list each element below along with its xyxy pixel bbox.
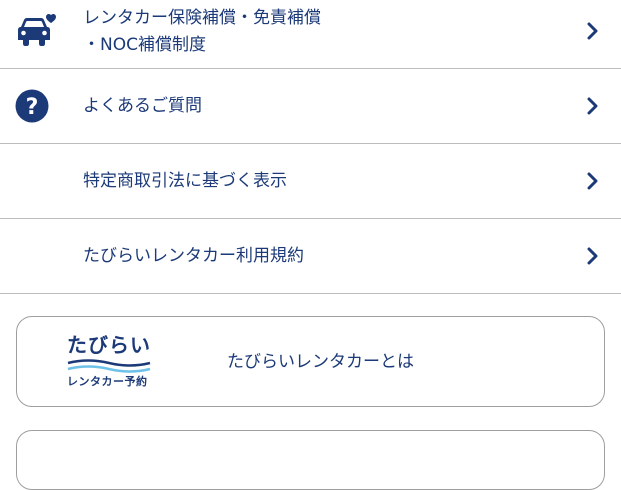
about-tabirai-card[interactable]: たびらい レンタカー予約 たびらいレンタカーとは bbox=[16, 316, 605, 407]
menu-item-label: 特定商取引法に基づく表示 bbox=[83, 171, 287, 191]
chevron-right-icon bbox=[587, 97, 599, 115]
card-label: たびらいレンタカーとは bbox=[227, 352, 414, 372]
menu-item-faq[interactable]: ? よくあるご質問 bbox=[0, 69, 621, 144]
car-heart-icon bbox=[15, 13, 56, 47]
chevron-right-icon bbox=[587, 172, 599, 190]
menu-item-label-line2: ・NOC補償制度 bbox=[83, 35, 206, 55]
menu-item-terms[interactable]: たびらいレンタカー利用規約 bbox=[0, 219, 621, 294]
menu-item-label: レンタカー保険補償・免責補償 bbox=[83, 8, 321, 28]
logo-subtitle: レンタカー予約 bbox=[67, 375, 148, 388]
svg-text:?: ? bbox=[26, 95, 39, 120]
chevron-right-icon bbox=[587, 22, 599, 40]
logo-title: たびらい bbox=[67, 333, 151, 357]
menu-item-label: たびらいレンタカー利用規約 bbox=[83, 246, 304, 266]
next-card[interactable] bbox=[16, 430, 605, 490]
menu-item-insurance[interactable]: レンタカー保険補償・免責補償 ・NOC補償制度 bbox=[0, 0, 621, 69]
menu-item-legal-notice[interactable]: 特定商取引法に基づく表示 bbox=[0, 144, 621, 219]
chevron-right-icon bbox=[587, 247, 599, 265]
menu-item-label: よくあるご質問 bbox=[83, 96, 202, 116]
question-icon: ? bbox=[15, 89, 49, 123]
